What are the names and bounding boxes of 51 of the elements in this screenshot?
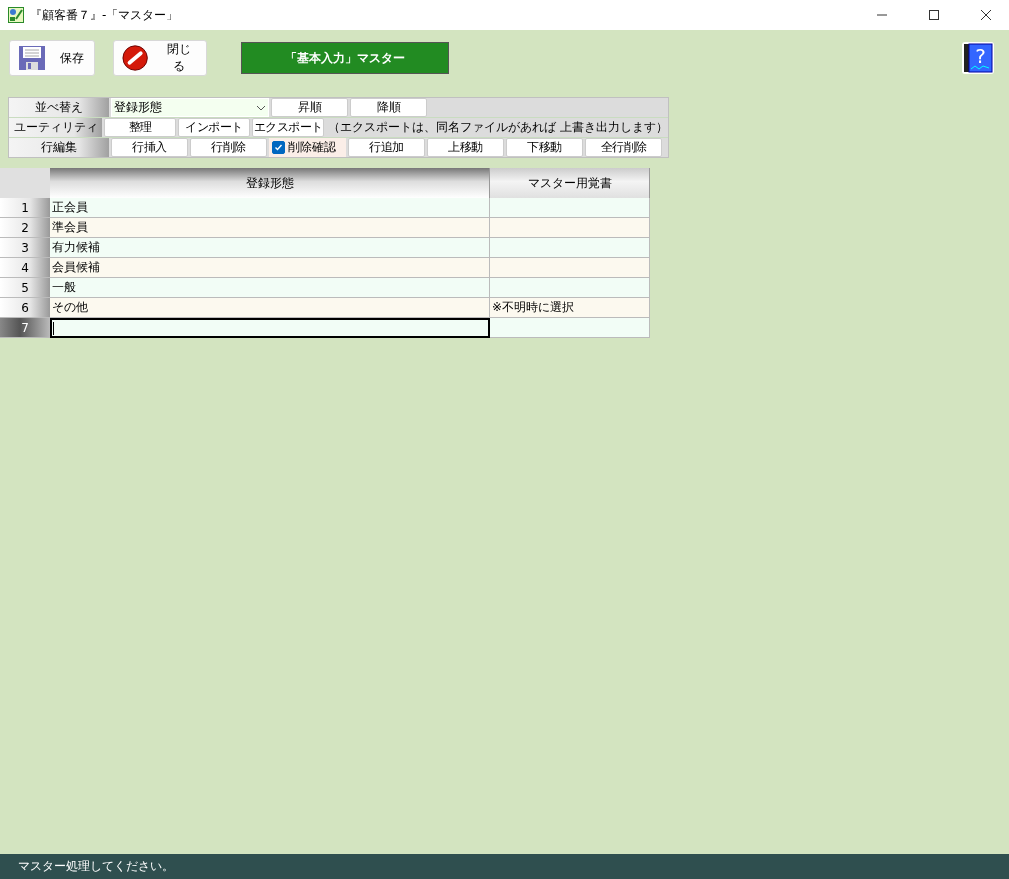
table-cell[interactable]: 有力候補 <box>50 238 490 258</box>
export-note: （エクスポートは、同名ファイルがあれば 上書き出力します） <box>327 119 668 136</box>
save-button[interactable]: 保存 <box>9 40 95 76</box>
table-cell[interactable]: 一般 <box>50 278 490 298</box>
toolbar-button[interactable]: 整理 <box>104 118 177 137</box>
row-number[interactable]: 1 <box>0 198 50 218</box>
delete-confirm-checkbox[interactable]: 削除確認 <box>269 138 346 157</box>
toolbar-button[interactable]: インポート <box>178 118 251 137</box>
corner-header[interactable] <box>0 168 50 198</box>
row-number[interactable]: 7 <box>0 318 50 338</box>
column-header[interactable]: 登録形態 <box>50 168 490 198</box>
app-icon <box>8 7 24 23</box>
no-entry-icon <box>122 44 149 72</box>
row-label: 行編集 <box>9 138 109 157</box>
window-title: 『顧客番７』-「マスター」 <box>30 6 180 24</box>
row-number[interactable]: 3 <box>0 238 50 258</box>
sort-dropdown[interactable]: 登録形態 <box>111 98 269 117</box>
row-number[interactable]: 4 <box>0 258 50 278</box>
toolbar-button[interactable]: 行追加 <box>348 138 425 157</box>
toolbar-button[interactable]: 上移動 <box>427 138 504 157</box>
table-cell[interactable] <box>490 238 650 258</box>
toolbar-button[interactable]: エクスポート <box>252 118 325 137</box>
toolbar-button[interactable]: 行削除 <box>190 138 267 157</box>
toolbar-button[interactable]: 下移動 <box>506 138 583 157</box>
table-cell[interactable] <box>490 258 650 278</box>
close-button[interactable]: 閉じる <box>113 40 207 76</box>
toolbar-button[interactable]: 全行削除 <box>585 138 662 157</box>
toolbar-button[interactable]: 行挿入 <box>111 138 188 157</box>
text-cursor <box>53 321 54 335</box>
chevron-down-icon <box>256 104 266 111</box>
table-cell[interactable]: その他 <box>50 298 490 318</box>
table-cell[interactable]: 準会員 <box>50 218 490 238</box>
status-message: マスター処理してください。 <box>0 854 1009 879</box>
table-cell[interactable] <box>490 198 650 218</box>
row-number[interactable]: 5 <box>0 278 50 298</box>
table-cell[interactable]: 会員候補 <box>50 258 490 278</box>
row-label: 並べ替え <box>9 98 109 117</box>
table-cell[interactable] <box>490 278 650 298</box>
row-number[interactable]: 6 <box>0 298 50 318</box>
toolbar-button[interactable]: 昇順 <box>271 98 348 117</box>
column-header[interactable]: マスター用覚書 <box>490 168 650 198</box>
row-label: ユーティリティ <box>9 118 103 137</box>
help-icon[interactable]: ? <box>961 41 995 75</box>
row-number[interactable]: 2 <box>0 218 50 238</box>
table-cell[interactable]: 正会員 <box>50 198 490 218</box>
title-banner: 「基本入力」マスター <box>241 42 449 74</box>
toolbar-button[interactable]: 降順 <box>350 98 427 117</box>
table-cell[interactable] <box>50 318 490 338</box>
table-cell[interactable] <box>490 218 650 238</box>
table-cell[interactable] <box>490 318 650 338</box>
table-cell[interactable]: ※不明時に選択 <box>490 298 650 318</box>
